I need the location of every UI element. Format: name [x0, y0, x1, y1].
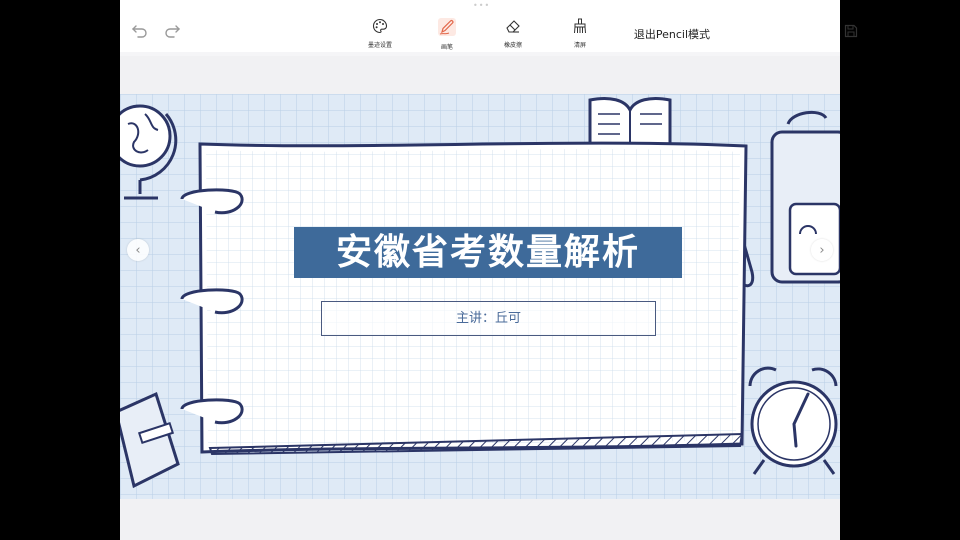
next-slide-button[interactable]: › — [811, 239, 833, 261]
broom-icon — [574, 18, 586, 34]
slide-subtitle: 主讲：丘可 — [455, 311, 521, 326]
palette-icon — [372, 18, 388, 34]
chevron-right-icon: › — [819, 242, 825, 258]
tool-ink-settings[interactable]: 墨迹设置 — [358, 18, 402, 49]
tool-label: 橡皮擦 — [503, 42, 522, 49]
save-icon[interactable] — [844, 24, 858, 38]
battery-fill — [824, 4, 833, 9]
undo-icon[interactable] — [132, 24, 148, 38]
tool-label: 画笔 — [440, 44, 453, 51]
battery-percent: 74% — [800, 2, 818, 11]
clock-date: 1月3日周五 — [153, 3, 196, 12]
wifi-icon — [786, 3, 796, 10]
tool-clear[interactable]: 清屏 — [558, 18, 602, 49]
slide-artwork — [120, 94, 840, 499]
slide-title: 安徽省考数量解析 — [335, 232, 640, 273]
tool-label: 墨迹设置 — [367, 42, 392, 49]
previous-slide-button[interactable]: ‹ — [127, 239, 149, 261]
status-bar: 18:54 1月3日周五 ••• 74% — [0, 0, 960, 14]
pen-icon — [438, 18, 456, 36]
slide-canvas[interactable] — [120, 94, 840, 499]
battery-icon — [822, 2, 838, 11]
status-right: 74% — [786, 2, 838, 11]
chevron-left-icon: ‹ — [135, 242, 141, 258]
tool-label: 清屏 — [573, 42, 586, 49]
toolbar-divider — [120, 52, 840, 56]
notebook-grid — [206, 149, 740, 446]
multitask-dots-icon[interactable]: ••• — [473, 1, 490, 10]
exit-pencil-mode-button[interactable]: 退出Pencil模式 — [634, 26, 710, 42]
clock-time: 18:54 — [124, 2, 148, 11]
tool-eraser[interactable]: 橡皮擦 — [491, 18, 535, 49]
tool-pen[interactable]: 画笔 — [425, 18, 469, 51]
eraser-icon — [506, 20, 520, 33]
redo-icon[interactable] — [164, 24, 180, 38]
